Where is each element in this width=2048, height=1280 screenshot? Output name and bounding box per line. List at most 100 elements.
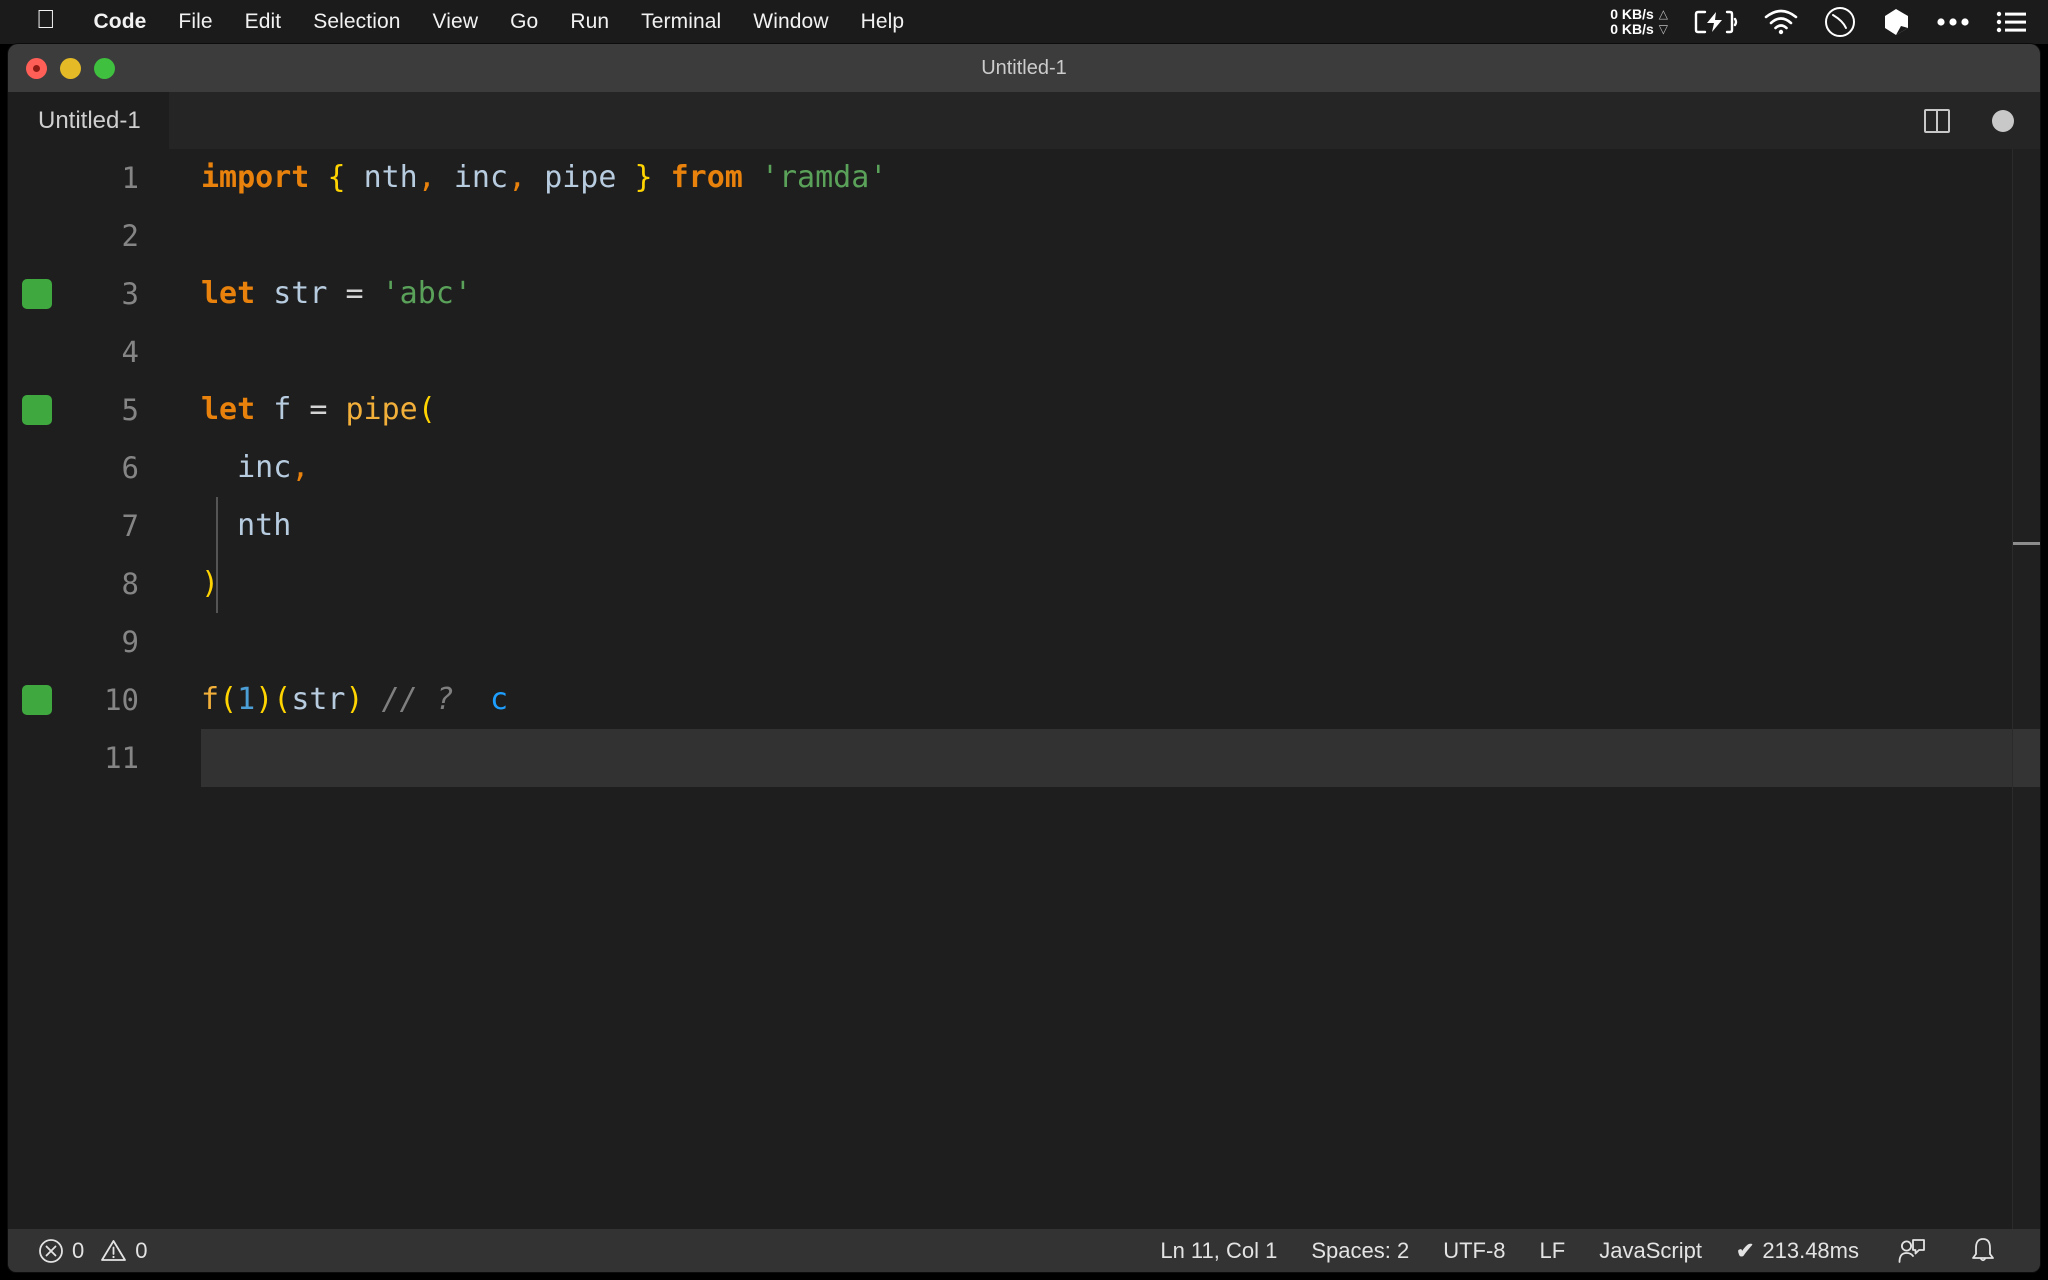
code-line[interactable]: 5 let f = pipe( [8,381,2040,439]
tab-untitled-1[interactable]: Untitled-1 [8,92,169,149]
code-editor[interactable]: 1 import { nth, inc, pipe } from 'ramda' 2… [8,149,2040,1229]
line-number: 6 [121,451,139,485]
battery-charging-icon[interactable] [1694,9,1738,35]
code-line[interactable]: 11 [8,729,2040,787]
code-line[interactable]: 7 nth [8,497,2040,555]
code-line[interactable]: 10 f(1)(str) // ? c [8,671,2040,729]
line-source: let f = pipe( [201,381,436,439]
menu-item-run[interactable]: Run [554,10,625,34]
line-number: 8 [121,567,139,601]
status-problems[interactable]: 0 0 [38,1238,165,1264]
line-source: f(1)(str) // ? c [201,671,508,729]
line-number: 1 [121,161,139,195]
quokka-run-time: 213.48ms [1762,1237,1859,1263]
menu-item-file[interactable]: File [162,10,228,34]
tab-bar-empty-space [168,92,2040,149]
status-language-mode[interactable]: JavaScript [1582,1238,1719,1264]
split-editor-icon[interactable] [1924,108,1950,133]
menu-item-window[interactable]: Window [737,10,844,34]
dropbox-icon[interactable] [1882,7,1910,37]
warning-triangle-icon [101,1239,127,1261]
code-token: = [309,392,328,427]
code-token: inc [201,450,292,485]
code-line[interactable]: 1 import { nth, inc, pipe } from 'ramda' [8,149,2040,207]
apple-logo-icon[interactable]:  [36,6,56,32]
clock-icon[interactable] [1824,6,1856,38]
code-line[interactable]: 9 [8,613,2040,671]
line-source: import { nth, inc, pipe } from 'ramda' [201,149,887,207]
maximize-button[interactable] [94,57,115,79]
menu-item-terminal[interactable]: Terminal [625,10,737,34]
line-number: 7 [121,509,139,543]
code-line[interactable]: 6 inc, [8,439,2040,497]
code-token: , [508,160,527,195]
menu-item-edit[interactable]: Edit [229,10,298,34]
code-lines: 1 import { nth, inc, pipe } from 'ramda' 2… [8,149,2040,787]
network-monitor-icon[interactable]: 0 KB/s 0 KB/s △ ▽ [1610,7,1668,37]
code-line[interactable]: 3 let str = 'abc' [8,265,2040,323]
status-cursor-position[interactable]: Ln 11, Col 1 [1143,1238,1294,1264]
code-token: from [670,160,743,195]
menu-bar-tray: 0 KB/s 0 KB/s △ ▽ [1584,6,2048,38]
network-upload-rate: 0 KB/s [1610,6,1654,22]
network-download-rate: 0 KB/s [1610,21,1654,37]
window-titlebar: Untitled-1 [8,44,2040,92]
code-token: import [201,160,310,195]
code-line[interactable]: 4 [8,323,2040,381]
status-indentation[interactable]: Spaces: 2 [1294,1238,1426,1264]
code-token: inc [453,160,509,195]
line-source: nth [201,497,291,555]
menu-item-view[interactable]: View [417,10,495,34]
line-number: 11 [104,741,139,775]
code-token: nth [363,160,418,195]
status-eol[interactable]: LF [1523,1238,1583,1264]
status-notifications[interactable] [1948,1237,2018,1264]
editor-vertical-scrollbar[interactable] [2012,149,2040,1229]
line-number: 3 [121,277,139,311]
code-token: , [291,450,310,485]
minimize-button[interactable] [60,57,81,79]
error-count: 0 [72,1237,85,1263]
close-button[interactable] [26,57,47,79]
menu-item-selection[interactable]: Selection [297,10,416,34]
wifi-icon[interactable] [1764,9,1798,35]
traffic-lights [26,44,115,92]
line-number: 9 [121,625,139,659]
menu-item-go[interactable]: Go [494,10,554,34]
code-token: 'abc' [381,276,472,311]
unsaved-changes-icon[interactable] [1992,109,2014,132]
code-line[interactable]: 2 [8,207,2040,265]
tab-label: Untitled-1 [38,106,141,134]
indent-guide [216,497,218,613]
code-line[interactable]: 8) [8,555,2040,613]
line-number: 4 [121,335,139,369]
menu-item-code[interactable]: Code [78,10,163,34]
status-bar-right: Ln 11, Col 1 Spaces: 2 UTF-8 LF JavaScri… [1143,1237,2040,1264]
scrollbar-thumb[interactable] [2013,542,2040,545]
code-token: 'ramda' [760,160,888,195]
control-center-icon[interactable] [1936,16,1970,28]
list-menu-icon[interactable] [1996,10,2026,34]
code-token: pipe [345,392,418,427]
quokka-check-icon: ✔ [1735,1237,1755,1263]
status-feedback[interactable] [1876,1238,1948,1264]
vscode-window: Untitled-1 Untitled-1 1 import { nth, inc… [8,44,2040,1272]
status-bar-left: 0 0 [8,1238,165,1264]
editor-tab-bar: Untitled-1 [8,92,2040,149]
status-encoding[interactable]: UTF-8 [1426,1238,1522,1264]
menu-item-help[interactable]: Help [845,10,921,34]
code-token: ( [219,682,238,717]
status-quokka[interactable]: ✔ 213.48ms [1719,1238,1876,1264]
editor-actions [1924,92,2014,149]
code-token: c [490,682,509,717]
